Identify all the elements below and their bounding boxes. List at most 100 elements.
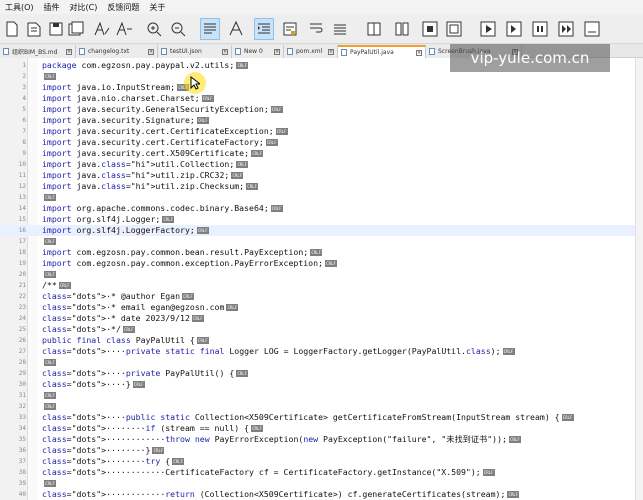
code-line[interactable]: 24 class="dots">·* date 2023/9/12 CRLF [0,313,643,324]
code-text: public final class PayPalUtil {CRLF [42,335,209,345]
line-number: 30 [18,381,26,388]
file-icon [235,48,241,55]
note-icon[interactable] [280,18,300,40]
code-line[interactable]: 25 class="dots">·*/CRLF [0,324,643,335]
align-icon[interactable] [200,18,220,40]
code-line[interactable]: 14 import org.apache.commons.codec.binary… [0,203,643,214]
code-line[interactable]: 10 import java.class="hi">util.Collection… [0,159,643,170]
code-text: import org.slf4j.Logger; CRLF [42,214,175,224]
new-file-icon[interactable] [2,18,22,40]
menu-plugins[interactable]: 插件 [39,2,65,13]
tab-pom-xml[interactable]: pom.xml × [284,45,338,58]
zoom-out-icon[interactable] [168,18,188,40]
code-line[interactable]: 4 import java.nio.charset.Charset; CRLF [0,93,643,104]
line-number: 10 [18,161,26,168]
code-line[interactable]: 9 import java.security.cert.X509Certifica… [0,148,643,159]
line-number: 13 [18,194,26,201]
file-icon [161,48,167,55]
stop-icon[interactable] [504,18,524,40]
code-line[interactable]: 23 class="dots">·* email egan@egzosn.com C… [0,302,643,313]
macro-icon[interactable] [444,18,464,40]
code-line[interactable]: 30 class="dots">····} CRLF [0,379,643,390]
code-line[interactable]: 15 import org.slf4j.Logger; CRLF [0,214,643,225]
play-all-icon[interactable] [530,18,550,40]
code-text: CRLF [44,271,56,278]
code-editor[interactable]: 1 package com.egzosn.pay.paypal.v2.utils;… [0,58,643,500]
vertical-scrollbar[interactable] [635,58,643,500]
code-line[interactable]: 33 class="dots">····public static Collect… [0,412,643,423]
tab-testui-json[interactable]: testUI.json × [158,45,232,58]
column-icon[interactable] [330,18,350,40]
font-a-alt-icon[interactable] [114,18,134,40]
code-line[interactable]: 12 import java.class="hi">util.zip.Checks… [0,181,643,192]
close-icon[interactable]: × [66,48,72,55]
mouse-pointer-icon [190,76,200,90]
code-line[interactable]: 18 import com.egzosn.pay.common.bean.resu… [0,247,643,258]
code-line[interactable]: 21 /** CRLF [0,280,643,291]
code-line[interactable]: 34 class="dots">········if (stream == nul… [0,423,643,434]
line-number: 6 [22,117,26,124]
code-line[interactable]: 19 import com.egzosn.pay.common.exception… [0,258,643,269]
wrap-icon[interactable] [306,18,326,40]
code-line[interactable]: 35 class="dots">············throw new Pay… [0,434,643,445]
code-line[interactable]: 16 import org.slf4j.LoggerFactory; CRLF [0,225,643,236]
open-file-icon[interactable] [24,18,44,40]
tab-paypalutil-java[interactable]: PayPalUtil.java × [338,45,426,58]
code-line[interactable]: 32 CRLF [0,401,643,412]
tab-changelog[interactable]: changelog.txt × [76,45,158,58]
code-line[interactable]: 36 class="dots">········} CRLF [0,445,643,456]
save-all-icon[interactable] [66,18,86,40]
play-icon[interactable] [478,18,498,40]
code-text: CRLF [44,194,56,201]
font-style-icon[interactable] [226,18,246,40]
line-number: 20 [18,271,26,278]
indent-icon[interactable] [254,18,274,40]
close-icon[interactable]: × [222,48,228,55]
close-icon[interactable]: × [274,48,280,55]
close-icon[interactable]: × [328,48,334,55]
code-line[interactable]: 17 CRLF [0,236,643,247]
code-text: CRLF [44,73,56,80]
code-line[interactable]: 20 CRLF [0,269,643,280]
menu-compare[interactable]: 对比(C) [65,2,103,13]
save-icon[interactable] [46,18,66,40]
code-line[interactable]: 40 class="dots">············return (Colle… [0,489,643,500]
line-number: 18 [18,249,26,256]
code-line[interactable]: 26 public final class PayPalUtil {CRLF [0,335,643,346]
code-line[interactable]: 3 import java.io.InputStream; CRLF [0,82,643,93]
record-icon[interactable] [420,18,440,40]
compare-icon[interactable] [392,18,412,40]
code-text: class="dots">········try {CRLF [42,456,185,466]
code-line[interactable]: 22 class="dots">·* @author Egan CRLF [0,291,643,302]
line-number: 36 [18,447,26,454]
font-a-icon[interactable] [92,18,112,40]
code-line[interactable]: 29 class="dots">····private PayPalUtil() … [0,368,643,379]
code-line[interactable]: 38 class="dots">············CertificateFa… [0,467,643,478]
code-line[interactable]: 5 import java.security.GeneralSecurityExc… [0,104,643,115]
code-text: class="dots">············throw new PayEr… [42,434,521,444]
playback-icon[interactable] [556,18,576,40]
save-macro-icon[interactable] [582,18,602,40]
code-line[interactable]: 31 CRLF [0,390,643,401]
code-line[interactable]: 13 CRLF [0,192,643,203]
code-line[interactable]: 37 class="dots">········try {CRLF [0,456,643,467]
code-line[interactable]: 11 import java.class="hi">util.zip.CRC32;… [0,170,643,181]
menu-about[interactable]: 关于 [144,2,170,13]
menu-tools[interactable]: 工具(O) [0,2,39,13]
code-line[interactable]: 6 import java.security.Signature; CRLF [0,115,643,126]
code-line[interactable]: 2 CRLF [0,71,643,82]
code-line[interactable]: 8 import java.security.cert.CertificateFa… [0,137,643,148]
code-line[interactable]: 39 CRLF [0,478,643,489]
close-icon[interactable]: × [416,49,422,56]
code-text: class="dots">············CertificateFact… [42,467,495,477]
zoom-in-icon[interactable] [144,18,164,40]
line-number: 39 [18,480,26,487]
split-icon[interactable] [364,18,384,40]
menu-feedback[interactable]: 反馈问题 [102,2,144,13]
close-icon[interactable]: × [148,48,154,55]
code-line[interactable]: 28 CRLF [0,357,643,368]
tab-new-0[interactable]: New 0 × [232,45,284,58]
code-line[interactable]: 27 class="dots">····private static final … [0,346,643,357]
tab-bim-bs-md[interactable]: 组织BIM_BS.md × [0,45,76,58]
code-line[interactable]: 7 import java.security.cert.CertificateEx… [0,126,643,137]
